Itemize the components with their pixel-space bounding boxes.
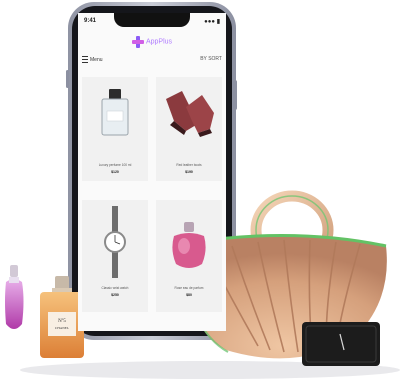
- leather-boots-image: [166, 91, 214, 137]
- status-indicators: ●●● ▮: [204, 19, 220, 25]
- product-name: Rose eau de parfum: [174, 286, 204, 290]
- product-price: $80: [186, 293, 192, 297]
- phone-screen: 9:41 ●●● ▮ AppPlus Menu BY SORT Luxury p…: [78, 13, 226, 331]
- product-price: $250: [111, 293, 119, 297]
- wrist-watch-image: [104, 206, 126, 278]
- menu-bar: Menu BY SORT: [82, 55, 222, 65]
- phone-volume-button: [66, 70, 69, 88]
- pink-perfume-bottle: [5, 265, 24, 329]
- brand-logo-icon: [131, 36, 144, 48]
- phone-notch: [114, 13, 190, 27]
- product-card[interactable]: Luxury perfume 100 ml $120: [82, 77, 148, 181]
- phone-side-button: [233, 80, 237, 110]
- product-card[interactable]: Classic wrist watch $250: [82, 200, 148, 312]
- menu-button[interactable]: Menu: [82, 56, 103, 63]
- black-wallet: [302, 322, 380, 366]
- product-price: $120: [111, 170, 119, 174]
- menu-label: Menu: [90, 56, 103, 63]
- product-name: Luxury perfume 100 ml: [98, 163, 132, 167]
- svg-text:Nº5: Nº5: [58, 318, 66, 324]
- product-price: $190: [185, 170, 193, 174]
- brand-name: AppPlus: [145, 38, 173, 46]
- app-brand: AppPlus: [78, 36, 226, 48]
- product-name: Classic wrist watch: [101, 286, 129, 290]
- status-time: 9:41: [84, 18, 97, 24]
- sort-button[interactable]: BY SORT: [200, 56, 222, 62]
- svg-text:CHANEL: CHANEL: [55, 326, 69, 330]
- perfume-bottle-image: [101, 89, 129, 136]
- hamburger-icon: [82, 56, 88, 63]
- rose-perfume-image: [172, 222, 206, 268]
- product-card[interactable]: Rose eau de parfum $80: [156, 200, 222, 312]
- product-card[interactable]: Red leather boots $190: [156, 77, 222, 181]
- product-name: Red leather boots: [176, 163, 202, 167]
